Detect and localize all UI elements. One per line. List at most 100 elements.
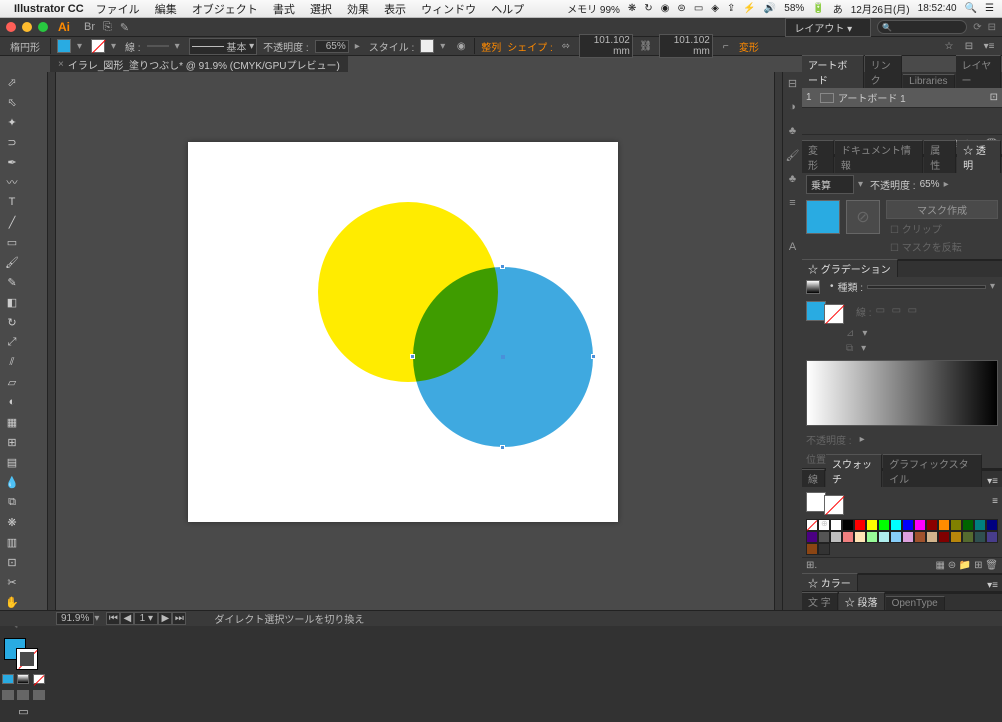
wifi-icon[interactable]: ⇪ (727, 3, 735, 14)
stroke-swatch[interactable] (91, 39, 105, 53)
tab-layers[interactable]: レイヤー (956, 55, 1001, 88)
tab-stroke-panel[interactable]: 線 (802, 469, 825, 487)
bluetooth-icon[interactable]: ⚡ (743, 3, 755, 14)
draw-modes[interactable] (0, 690, 47, 700)
close-window[interactable] (6, 22, 16, 32)
panel-menu-icon[interactable]: ▾≡ (982, 39, 996, 53)
sync-status-icon[interactable]: ⟳ (973, 22, 981, 33)
collapse-icon[interactable]: ⊟ (988, 22, 996, 33)
shape-link[interactable]: シェイプ : (507, 39, 553, 54)
tab-transform[interactable]: 変形 (802, 140, 834, 173)
shaper-tool[interactable]: ✎ (0, 272, 24, 292)
swatch-registration[interactable]: ⊕ (818, 519, 830, 531)
paintbrush-tool[interactable]: 🖌 (0, 252, 24, 272)
menu-view[interactable]: 表示 (384, 4, 406, 16)
swatch-color[interactable] (830, 519, 842, 531)
swatch-color[interactable] (842, 519, 854, 531)
line-tool[interactable]: ╱ (0, 212, 24, 232)
next-artboard-icon[interactable]: ▶ (158, 612, 172, 625)
color-mode-row[interactable] (0, 674, 47, 684)
link-wh-icon[interactable]: ⬄ (559, 39, 573, 53)
shape-builder-tool[interactable]: ◐ (0, 392, 24, 412)
menu-file[interactable]: ファイル (96, 4, 140, 16)
tab-graphic-styles[interactable]: グラフィックスタイル (883, 454, 982, 487)
style-swatch[interactable] (420, 39, 434, 53)
isolate-icon[interactable]: ☆ (942, 39, 956, 53)
hand-tool[interactable]: ✋ (0, 592, 24, 612)
swatch-color[interactable] (962, 531, 974, 543)
swatch-color[interactable] (914, 531, 926, 543)
grad-stroke-opt3-icon[interactable]: ▭ (908, 305, 920, 317)
app-name[interactable]: Illustrator CC (14, 3, 84, 15)
thumb-swatch[interactable] (806, 200, 840, 234)
swatch-lib-icon[interactable]: ⊞. (806, 560, 817, 571)
evernote-icon[interactable]: ❋ (628, 3, 636, 14)
swatch-color[interactable] (938, 531, 950, 543)
swatch-color[interactable] (878, 519, 890, 531)
rotate-tool[interactable]: ↻ (0, 312, 24, 332)
tab-docinfo[interactable]: ドキュメント情報 (835, 140, 923, 173)
invert-check[interactable]: ☐ (890, 243, 899, 254)
brush-def-dd[interactable]: 基本 ▾ (189, 38, 258, 55)
swatch-color[interactable] (950, 531, 962, 543)
workspace-switcher[interactable]: レイアウト ▾ (785, 18, 871, 37)
arrange-icon[interactable]: ✎ (120, 21, 129, 34)
minimize-window[interactable] (22, 22, 32, 32)
recolor-icon[interactable]: ◉ (454, 39, 468, 53)
eyedropper-tool[interactable]: 💧 (0, 472, 24, 492)
mesh-tool[interactable]: ⊞ (0, 432, 24, 452)
help-search[interactable] (877, 20, 967, 34)
options-icon[interactable]: ⊟ (962, 39, 976, 53)
tab-links[interactable]: リンク (865, 55, 903, 88)
tab-swatches[interactable]: スウォッチ (826, 454, 882, 487)
grad-stroke-swatch[interactable] (824, 304, 844, 324)
panel-menu-icon[interactable]: ▾≡ (983, 476, 1002, 487)
swatch-color[interactable] (926, 531, 938, 543)
chain-icon[interactable]: ⛓ (639, 39, 653, 53)
dock-char-icon[interactable]: A (786, 240, 800, 254)
menu-object[interactable]: オブジェクト (192, 4, 258, 16)
display-icon[interactable]: ▭ (694, 3, 703, 14)
swatch-color[interactable] (854, 531, 866, 543)
blend-mode-dd[interactable]: 乗算 (806, 175, 854, 194)
swatch-stroke[interactable] (824, 495, 844, 515)
cloud-icon[interactable]: ◉ (661, 3, 670, 14)
last-artboard-icon[interactable]: ⏭ (172, 612, 186, 625)
maximize-window[interactable] (38, 22, 48, 32)
menu-window[interactable]: ウィンドウ (421, 4, 476, 16)
corner-icon[interactable]: ⌐ (719, 39, 733, 53)
volume-icon[interactable]: 🔊 (764, 3, 776, 14)
swatch-color[interactable] (890, 519, 902, 531)
dock-color-icon[interactable]: ◑ (786, 100, 800, 114)
swatch-list-icon[interactable]: ≡ (992, 496, 998, 507)
curvature-tool[interactable]: 〰 (0, 172, 24, 192)
type-tool[interactable]: T (0, 192, 24, 212)
scale-tool[interactable]: ⤢ (0, 332, 24, 352)
menu-select[interactable]: 選択 (310, 4, 332, 16)
swatch-color[interactable] (854, 519, 866, 531)
menu-edit[interactable]: 編集 (155, 4, 177, 16)
grad-fill-swatch[interactable] (806, 301, 826, 321)
swatch-color[interactable] (818, 531, 830, 543)
dock-properties-icon[interactable]: ⊟ (786, 76, 800, 90)
menu-type[interactable]: 書式 (273, 4, 295, 16)
swatch-color[interactable] (866, 531, 878, 543)
swatch-color[interactable] (974, 519, 986, 531)
tab-libraries[interactable]: Libraries (903, 74, 954, 88)
airdrop-icon[interactable]: ◈ (711, 3, 719, 14)
pen-tool[interactable]: ✒ (0, 152, 24, 172)
swatch-color[interactable] (902, 519, 914, 531)
swatch-color[interactable] (806, 543, 818, 555)
canvas[interactable] (48, 72, 782, 610)
make-mask-button[interactable]: マスク作成 (886, 200, 998, 219)
grad-stroke-opt2-icon[interactable]: ▭ (892, 305, 904, 317)
selection-handles[interactable] (413, 267, 593, 447)
align-link[interactable]: 整列 (481, 39, 501, 54)
swatch-color[interactable] (986, 519, 998, 531)
direct-selection-tool[interactable]: ⬁ (0, 92, 24, 112)
screen-mode[interactable]: ▭ (0, 700, 47, 722)
gradient-tool[interactable]: ▤ (0, 452, 24, 472)
delete-swatch-icon[interactable]: 🗑 (985, 560, 998, 571)
artboard-nav-dd[interactable]: 1 ▾ (134, 612, 158, 625)
slice-tool[interactable]: ✂ (0, 572, 24, 592)
